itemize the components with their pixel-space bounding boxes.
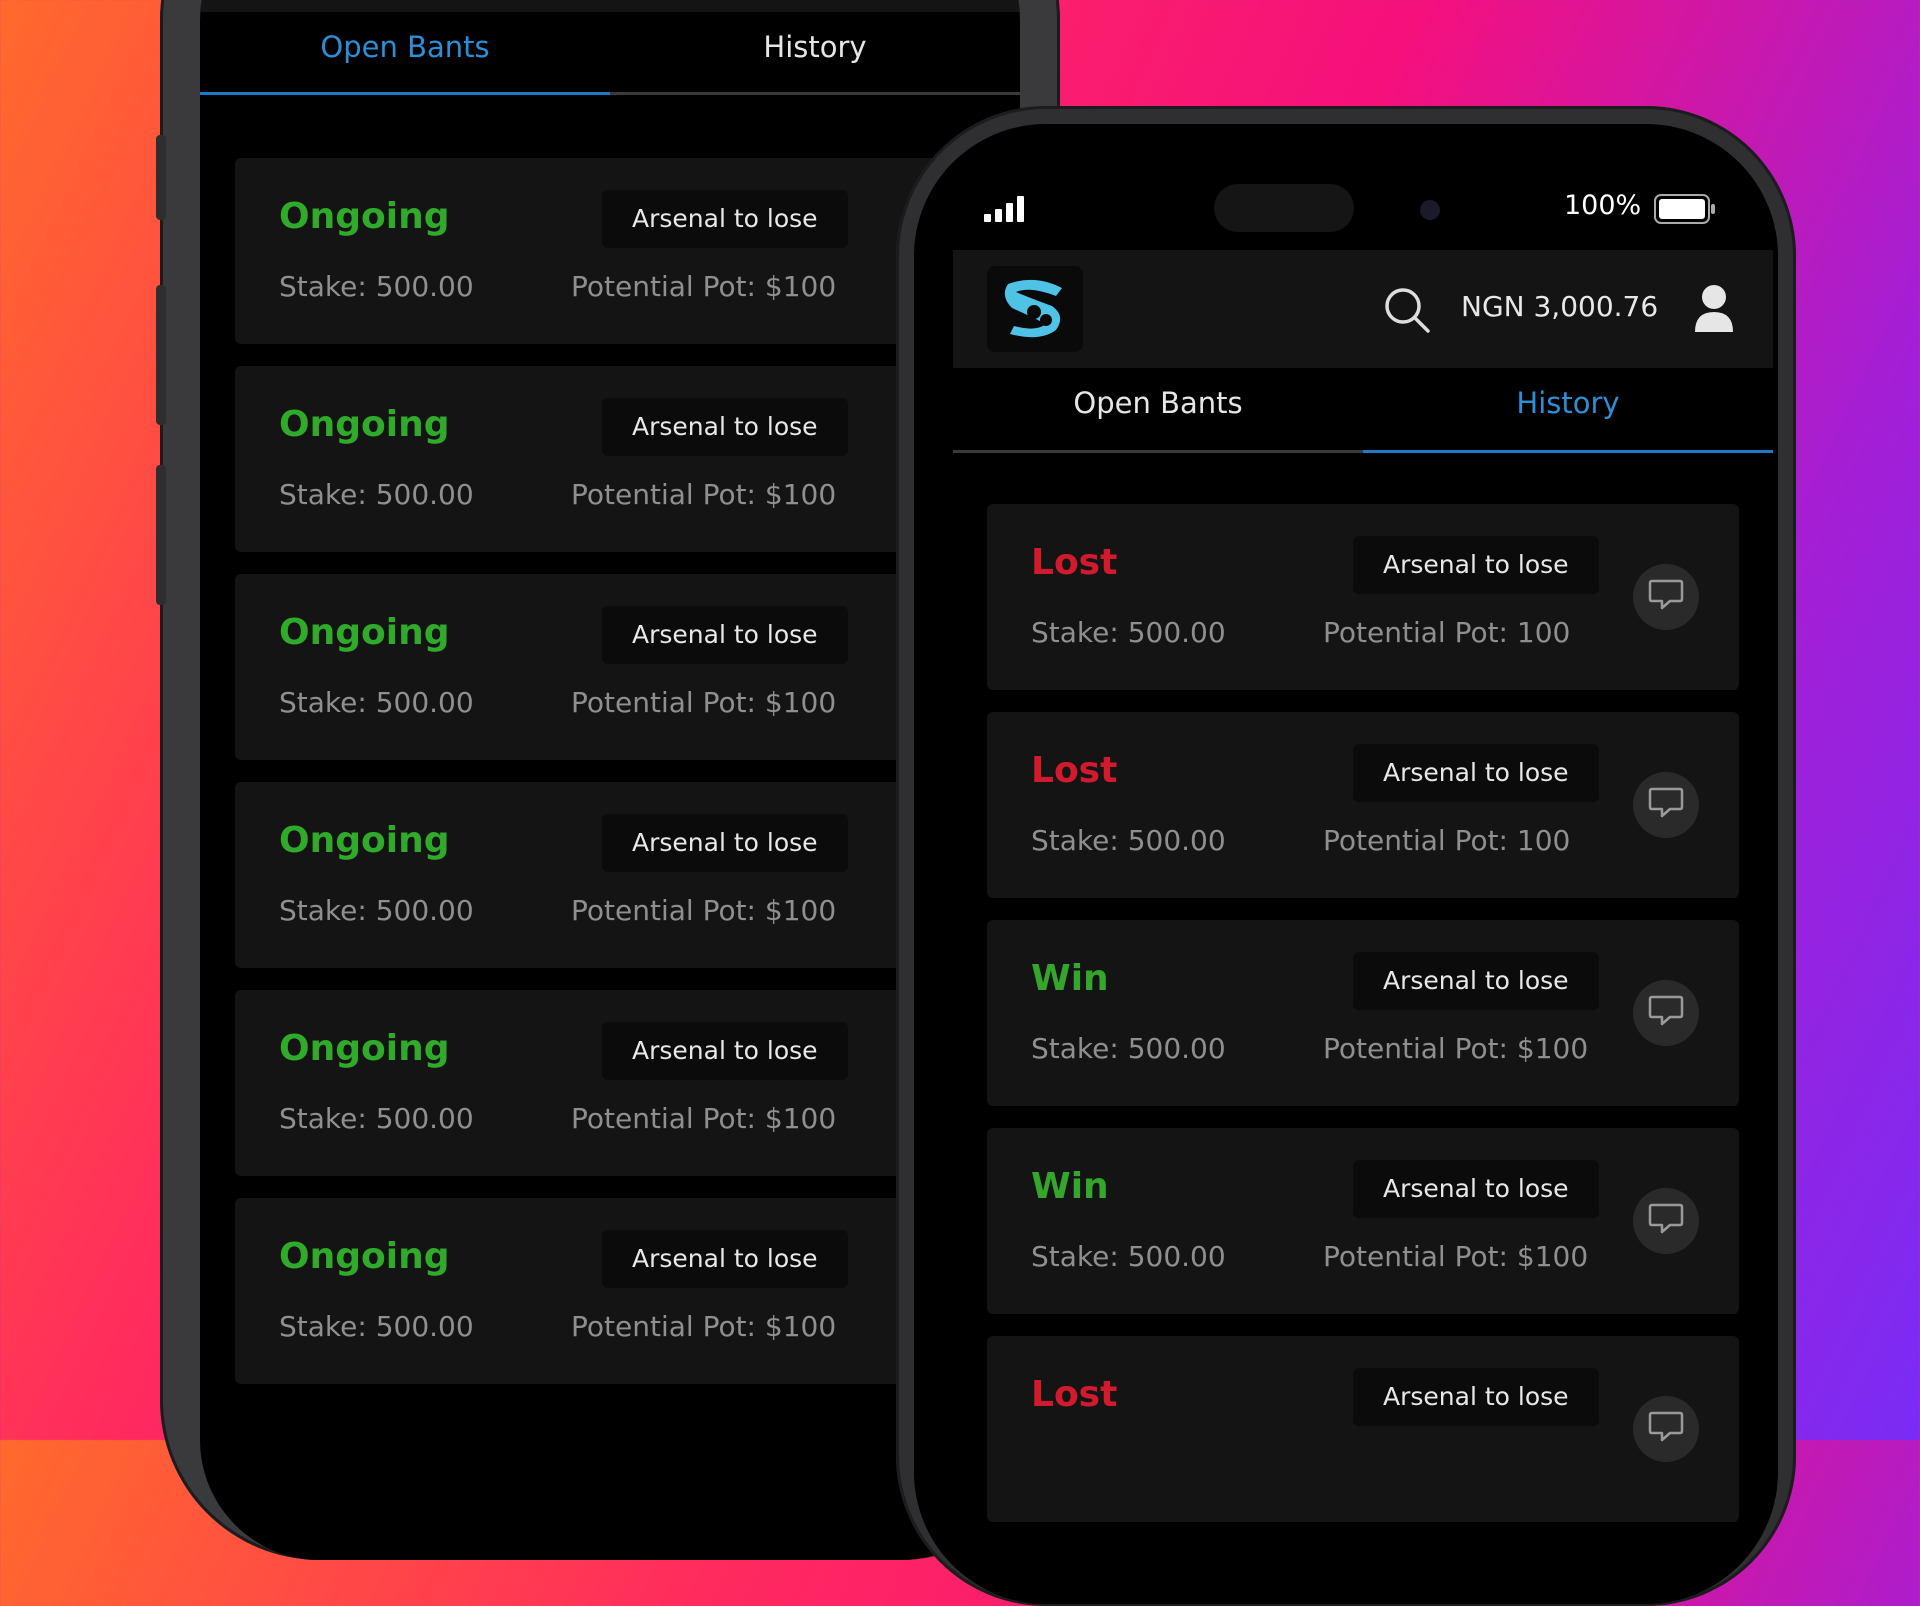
bant-card[interactable]: Lost Arsenal to lose Stake: 500.00 Potentia…	[987, 504, 1739, 690]
bant-stake: Stake: 500.00	[279, 894, 474, 927]
bant-status: Ongoing	[279, 1028, 450, 1069]
bant-pick-badge: Arsenal to lose	[1353, 952, 1599, 1010]
chat-button[interactable]	[1633, 1396, 1699, 1462]
front-phone-screen: 100% NGN 3,000.76 Open Bants History Los…	[914, 124, 1778, 1604]
bant-potential-pot: Potential Pot: $100	[1323, 1032, 1589, 1065]
bant-potential-pot: Potential Pot: 100	[1323, 824, 1571, 857]
chat-bubble-icon	[1648, 786, 1684, 824]
bant-stake: Stake: 500.00	[1031, 1240, 1226, 1273]
bant-status: Ongoing	[279, 820, 450, 861]
bant-stake: Stake: 500.00	[1031, 616, 1226, 649]
bant-card[interactable]: Lost Arsenal to lose Stake: 500.00 Potentia…	[987, 712, 1739, 898]
bant-pick-badge: Arsenal to lose	[602, 606, 848, 664]
bant-potential-pot: Potential Pot: 100	[1323, 616, 1571, 649]
chat-bubble-icon	[1648, 1202, 1684, 1240]
user-profile-icon[interactable]	[1693, 284, 1735, 338]
bant-pick-badge: Arsenal to lose	[1353, 536, 1599, 594]
chat-button[interactable]	[1633, 980, 1699, 1046]
bant-pick-badge: Arsenal to lose	[1353, 744, 1599, 802]
bant-stake: Stake: 500.00	[279, 1102, 474, 1135]
signal-bars-icon	[984, 196, 1028, 222]
tab-history[interactable]: History	[1363, 368, 1773, 453]
bant-status: Win	[1031, 1166, 1109, 1207]
bant-status: Lost	[1031, 750, 1118, 791]
chat-button[interactable]	[1633, 564, 1699, 630]
bant-potential-pot: Potential Pot: $100	[1323, 1240, 1589, 1273]
bant-status: Lost	[1031, 542, 1118, 583]
bant-stake: Stake: 500.00	[279, 1310, 474, 1343]
bant-stake: Stake: 500.00	[279, 478, 474, 511]
bant-pick-badge: Arsenal to lose	[602, 1022, 848, 1080]
bant-status: Ongoing	[279, 1236, 450, 1277]
bant-status: Ongoing	[279, 404, 450, 445]
dynamic-island	[1214, 184, 1354, 232]
bant-pick-badge: Arsenal to lose	[602, 398, 848, 456]
bant-potential-pot: Potential Pot: $100	[571, 270, 837, 303]
bant-potential-pot: Potential Pot: $100	[571, 1310, 837, 1343]
chat-button[interactable]	[1633, 1188, 1699, 1254]
search-icon[interactable]	[1383, 286, 1431, 338]
chat-bubble-icon	[1648, 994, 1684, 1032]
side-button	[156, 135, 166, 220]
tab-history[interactable]: History	[610, 12, 1020, 92]
tab-open-bants[interactable]: Open Bants	[200, 12, 610, 95]
bant-status: Ongoing	[279, 196, 450, 237]
battery-icon	[1654, 194, 1716, 228]
bant-pick-badge: Arsenal to lose	[602, 190, 848, 248]
bant-pick-badge: Arsenal to lose	[602, 814, 848, 872]
bant-potential-pot: Potential Pot: $100	[571, 686, 837, 719]
chat-bubble-icon	[1648, 578, 1684, 616]
app-logo-icon[interactable]	[987, 266, 1083, 352]
bant-pick-badge: Arsenal to lose	[1353, 1160, 1599, 1218]
bant-potential-pot: Potential Pot: $100	[571, 894, 837, 927]
bant-card[interactable]: Win Arsenal to lose Stake: 500.00 Potential…	[987, 1128, 1739, 1314]
battery-percentage: 100%	[1564, 190, 1642, 221]
bant-status: Lost	[1031, 1374, 1118, 1415]
tab-bar: Open Bants History	[953, 368, 1773, 453]
bant-card[interactable]: Win Arsenal to lose Stake: 500.00 Potential…	[987, 920, 1739, 1106]
bant-stake: Stake: 500.00	[279, 686, 474, 719]
tab-bar: Open Bants History	[200, 12, 1020, 95]
bant-pick-badge: Arsenal to lose	[602, 1230, 848, 1288]
header-bar	[200, 0, 1020, 12]
side-button	[156, 465, 166, 605]
side-button	[156, 285, 166, 425]
wallet-balance[interactable]: NGN 3,000.76	[1461, 290, 1658, 323]
bant-potential-pot: Potential Pot: $100	[571, 478, 837, 511]
bant-status: Ongoing	[279, 612, 450, 653]
app-header: NGN 3,000.76	[953, 250, 1773, 368]
bant-potential-pot: Potential Pot: $100	[571, 1102, 837, 1135]
bant-stake: Stake: 500.00	[1031, 1032, 1226, 1065]
bant-card[interactable]: Lost Arsenal to lose	[987, 1336, 1739, 1522]
chat-bubble-icon	[1648, 1410, 1684, 1448]
bant-stake: Stake: 500.00	[1031, 824, 1226, 857]
chat-button[interactable]	[1633, 772, 1699, 838]
front-phone-frame: 100% NGN 3,000.76 Open Bants History Los…	[896, 106, 1796, 1606]
tab-open-bants[interactable]: Open Bants	[953, 368, 1363, 450]
camera-icon	[1420, 200, 1440, 220]
bant-stake: Stake: 500.00	[279, 270, 474, 303]
bant-pick-badge: Arsenal to lose	[1353, 1368, 1599, 1426]
bant-status: Win	[1031, 958, 1109, 999]
